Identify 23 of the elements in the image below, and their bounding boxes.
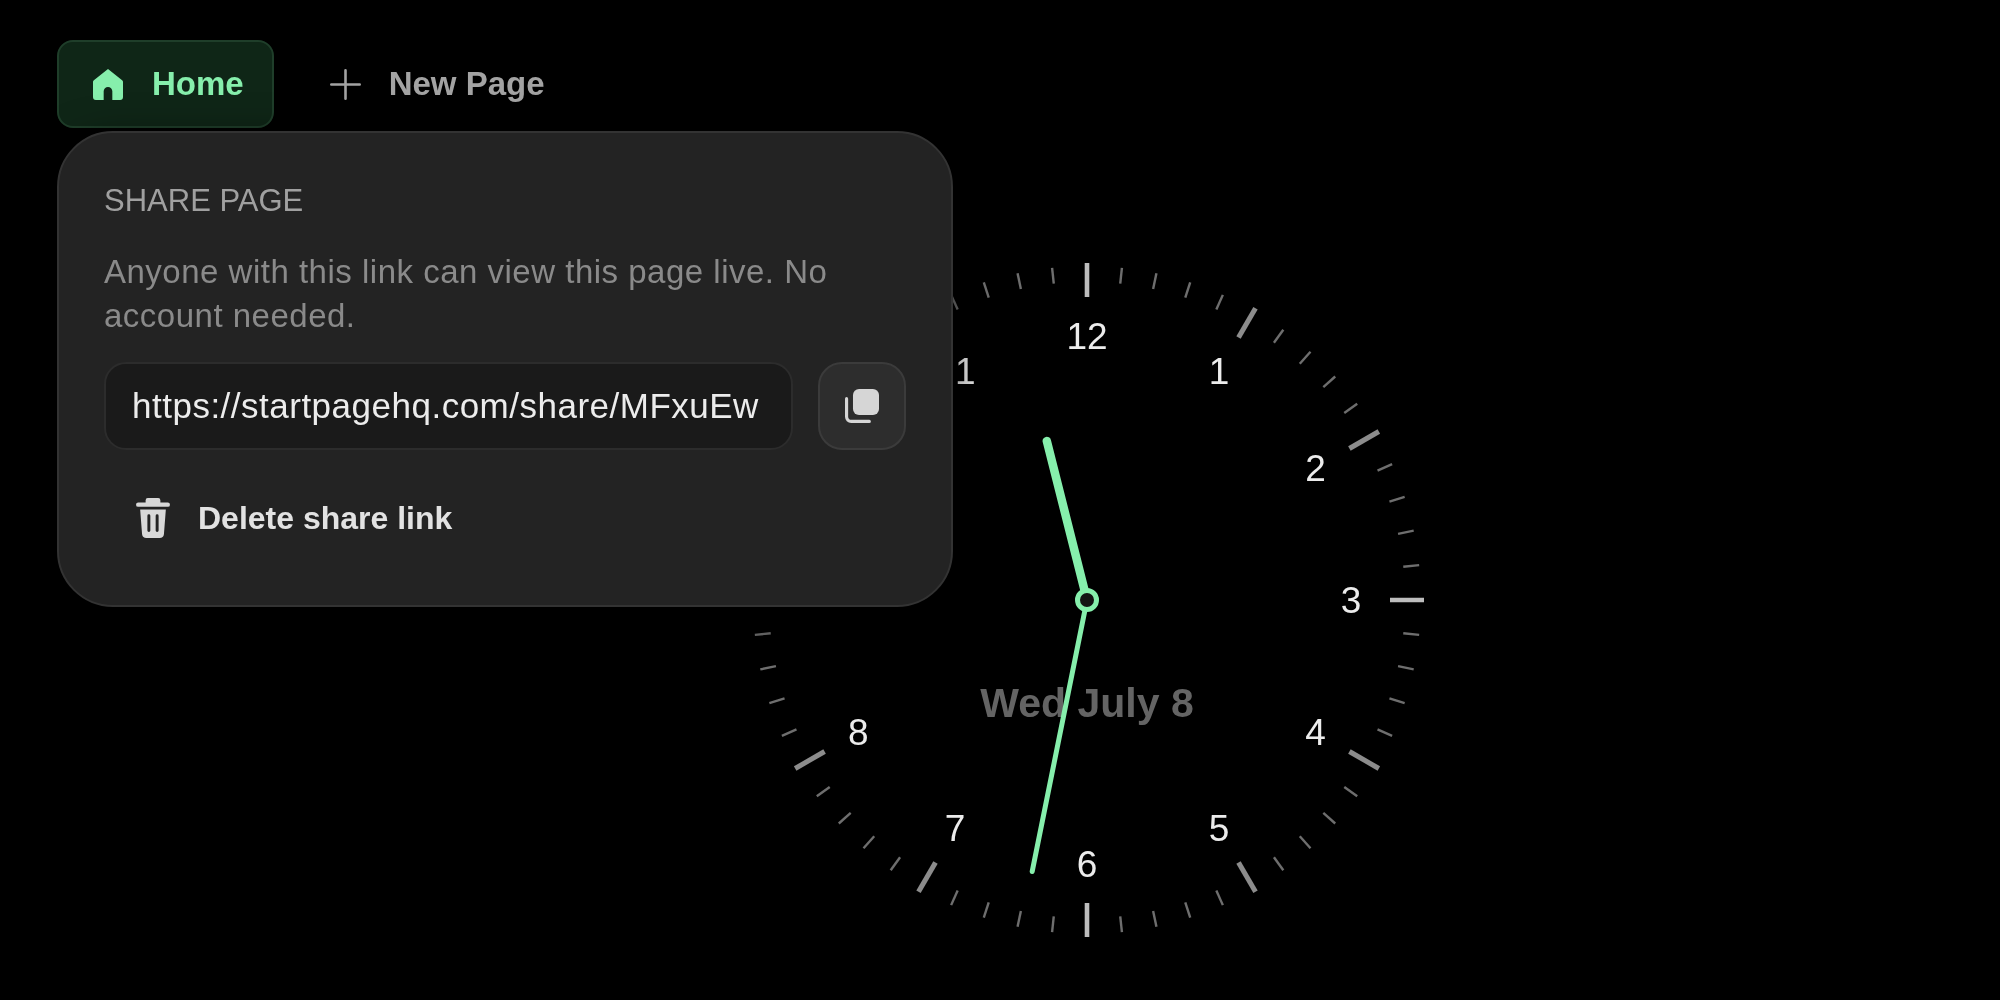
delete-share-link-button[interactable]: Delete share link <box>104 486 485 550</box>
clock-numeral: 2 <box>1305 447 1326 489</box>
clock-numeral: 3 <box>1340 579 1362 621</box>
clock-numeral: 1 <box>1208 350 1230 392</box>
popover-title: SHARE PAGE <box>104 182 304 220</box>
page-tab[interactable]: Home <box>57 40 274 128</box>
pivot-icon <box>1075 588 1099 612</box>
new-page-button[interactable]: New Page <box>319 54 555 114</box>
clock-date: Wed July 8 <box>980 680 1194 726</box>
plus-icon <box>329 68 361 100</box>
clock-numeral: 6 <box>1076 843 1098 885</box>
clock-numeral: 12 <box>1066 315 1108 357</box>
popover-description: Anyone with this link can view this page live. No account needed. <box>104 252 829 336</box>
copy-button[interactable] <box>818 362 906 450</box>
home-icon <box>93 68 123 100</box>
clock-numeral: 4 <box>1305 711 1326 753</box>
copy-icon <box>845 389 879 423</box>
trash-icon <box>136 498 170 538</box>
clock-numeral: 8 <box>848 711 869 753</box>
share-link-field[interactable]: https://startpagehq.com/share/MFxuEw <box>104 362 793 450</box>
clock-numeral: 7 <box>944 808 966 850</box>
clock-numeral: 1 <box>955 350 976 392</box>
clock-numeral: 5 <box>1208 808 1230 850</box>
